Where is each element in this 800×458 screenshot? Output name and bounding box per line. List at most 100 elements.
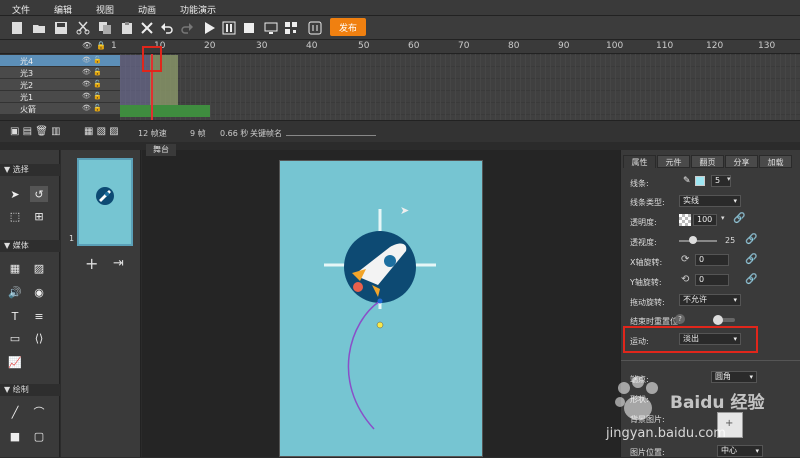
timeline-ruler[interactable]: 👁 🔒 1 10 20 30 40 50 60 70 80 90 100 110… [0,40,800,54]
grid-icon[interactable]: ▦ [6,260,24,276]
rounded-rect-icon[interactable]: ▢ [30,428,48,444]
link-icon[interactable]: 🔗 [733,213,745,224]
stage-canvas[interactable] [279,160,483,457]
video-icon[interactable]: ◉ [30,284,48,300]
layer-row[interactable]: 光1 👁 🔓 [0,91,120,103]
redo-icon[interactable] [178,19,196,37]
copy-icon[interactable] [96,19,114,37]
sound-icon[interactable]: 🔊 [6,284,24,300]
frame-count: 9 帧 [190,129,206,138]
layer-row[interactable]: 光2 👁 🔓 [0,79,120,91]
play-icon[interactable] [200,19,218,37]
drag-rotate-value: 不允许 [683,295,707,304]
stage-tab[interactable]: 舞台 [146,144,176,156]
menu-demo[interactable]: 功能演示 [180,3,216,16]
eye-header-icon: 👁 [82,41,93,50]
open-folder-icon[interactable] [30,19,48,37]
menu-edit[interactable]: 编辑 [54,3,72,16]
opacity-swatch [679,214,691,226]
scale-icon[interactable]: ⊞ [30,208,48,224]
opacity-input[interactable]: 100 [693,214,717,226]
line-icon[interactable]: ╱ [6,404,24,420]
lasso-icon[interactable]: ↺ [30,186,48,202]
curve-icon[interactable]: ⌒ [30,404,48,420]
line-color-swatch[interactable] [695,176,705,186]
cut-icon[interactable] [74,19,92,37]
menu-animation[interactable]: 动画 [138,3,156,16]
layer-row[interactable]: 光4 👁 🔓 [0,55,120,67]
help-icon[interactable]: ? [675,314,685,324]
publish-button[interactable]: 发布 [330,18,366,36]
x-rotate-value: 0 [699,255,705,264]
tween-span[interactable] [120,105,210,117]
pause-icon[interactable] [220,19,238,37]
tab-paging[interactable]: 翻页 [691,155,724,168]
paragraph-icon[interactable]: ≡ [30,308,48,324]
y-rotate-label: Y轴旋转: [630,278,662,287]
stop-icon[interactable] [240,19,258,37]
add-layer-icon[interactable]: ▣ ▤ 🗑 ▥ [10,126,61,137]
keyframe-name-input[interactable] [286,135,376,136]
blur-slider-handle[interactable] [689,236,697,244]
qrcode-icon[interactable] [282,19,300,37]
tab-load[interactable]: 加载 [759,155,792,168]
image-icon[interactable]: ▨ [30,260,48,276]
blur-value: 25 [725,236,736,245]
button-icon[interactable]: ▭ [6,330,24,346]
link-icon[interactable]: 🔗 [745,234,757,245]
transform-icon[interactable]: ⬚ [6,208,24,224]
preview-icon[interactable] [262,19,280,37]
y-rotate-icon: ⟲ [681,274,690,285]
ruler-label: 20 [204,41,216,51]
tab-symbols[interactable]: 元件 [657,155,690,168]
new-file-icon[interactable] [8,19,26,37]
ruler-label: 110 [656,41,674,51]
eye-lock-icon[interactable]: 👁 🔓 [82,92,102,100]
chevron-down-icon: ▾ [733,296,737,304]
arrow-select-icon[interactable]: ➤ [6,186,24,202]
y-rotate-input[interactable]: 0 [695,274,729,286]
ruler-label: 30 [256,41,268,51]
chart-icon[interactable]: 📈 [6,354,24,370]
layer-row[interactable]: 火箭 👁 🔓 [0,103,120,115]
eye-lock-icon[interactable]: 👁 🔓 [82,80,102,88]
frames-grid[interactable] [120,54,800,120]
layer-row[interactable]: 光3 👁 🔓 [0,67,120,79]
delete-icon[interactable] [138,19,156,37]
link-icon[interactable]: 🔗 [745,254,757,265]
import-page-icon[interactable]: ⇥ [113,256,124,271]
eye-lock-icon[interactable]: 👁 🔓 [82,68,102,76]
code-icon[interactable]: ⟨⟩ [30,330,48,346]
undo-icon[interactable] [158,19,176,37]
save-icon[interactable] [52,19,70,37]
link-icon[interactable]: 🔗 [745,274,757,285]
eye-lock-icon[interactable]: 👁 🔓 [82,104,102,112]
menu-file[interactable]: 文件 [12,3,30,16]
text-icon[interactable]: T [6,308,24,324]
x-rotate-icon: ⟳ [681,254,690,265]
pencil-icon: ✎ [683,176,691,186]
rect-icon[interactable]: ■ [6,428,24,444]
ruler-label: 60 [408,41,420,51]
x-rotate-input[interactable]: 0 [695,254,729,266]
stage-area[interactable]: 舞台 ➤ [142,144,620,457]
chevron-down-icon[interactable]: ▾ [721,214,725,222]
tool-panel: ▼ 选择 ➤ ↺ ⬚ ⊞ ▼ 媒体 ▦ ▨ 🔊 ◉ T ≡ ▭ ⟨⟩ 📈 ▼ 绘… [0,150,60,457]
add-page-icon[interactable]: + [85,254,98,273]
drag-rotate-select[interactable]: 不允许 ▾ [679,294,741,306]
eye-lock-icon[interactable]: 👁 🔓 [82,56,102,64]
chevron-down-icon[interactable]: ▾ [727,175,731,183]
frame-tools-icon[interactable]: ▦ ▧ ▨ [84,126,119,137]
tab-properties[interactable]: 属性 [623,155,656,168]
paste-icon[interactable] [118,19,136,37]
line-width-value: 5 [715,176,721,185]
tab-share[interactable]: 分享 [725,155,758,168]
reset-toggle-knob[interactable] [713,315,723,325]
page-thumbnail[interactable] [77,158,133,246]
script-icon[interactable] [306,19,324,37]
line-type-select[interactable]: 实线 ▾ [679,195,741,207]
menu-view[interactable]: 视图 [96,3,114,16]
page-number: 1 [69,234,75,243]
blur-slider[interactable] [679,240,717,242]
x-rotate-label: X轴旋转: [630,258,663,267]
